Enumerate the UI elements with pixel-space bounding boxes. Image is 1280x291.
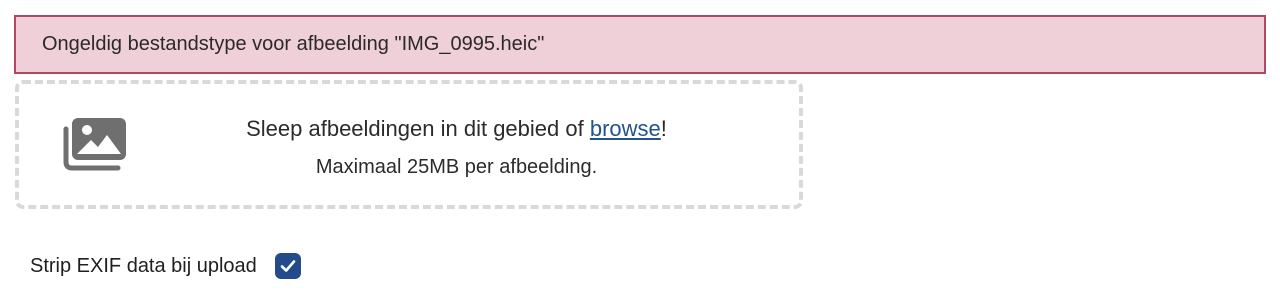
strip-exif-label: Strip EXIF data bij upload [30, 254, 257, 277]
strip-exif-option: Strip EXIF data bij upload [30, 253, 301, 279]
size-limit-label: Maximaal 25MB per afbeelding. [315, 156, 598, 178]
error-message: Ongeldig bestandstype voor afbeelding "I… [42, 33, 545, 55]
browse-link[interactable]: browse [590, 116, 661, 141]
instruction-text: Sleep afbeeldingen in dit gebied of [246, 116, 590, 141]
strip-exif-checkbox[interactable] [274, 253, 301, 279]
dropzone-instruction: Sleep afbeeldingen in dit gebied of brow… [19, 116, 799, 142]
error-banner: Ongeldig bestandstype voor afbeelding "I… [14, 15, 1266, 74]
checkmark-icon [280, 260, 296, 272]
instruction-suffix: ! [660, 116, 667, 141]
size-limit-text: Maximaal 25MB per afbeelding. [19, 156, 799, 179]
image-dropzone[interactable]: Sleep afbeeldingen in dit gebied of brow… [15, 80, 803, 209]
